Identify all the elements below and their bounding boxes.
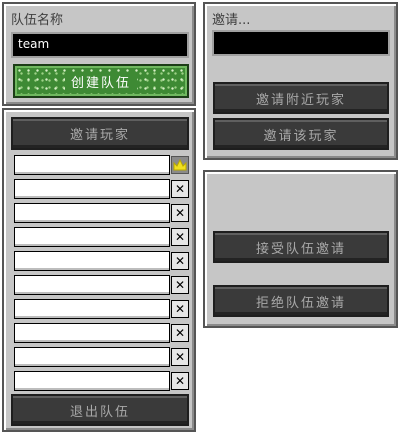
team-name-label: 队伍名称 <box>11 13 64 28</box>
create-team-button-label: 创建队伍 <box>64 71 137 91</box>
invite-label: 邀请... <box>212 13 251 28</box>
member-slot: ✕ <box>14 299 190 319</box>
member-name-field[interactable] <box>14 179 170 199</box>
member-slot: ✕ <box>14 347 190 367</box>
member-slot <box>14 155 190 175</box>
invite-panel: 邀请... 邀请附近玩家 邀请该玩家 <box>203 2 398 160</box>
invite-player-button[interactable]: 邀请玩家 <box>11 117 189 150</box>
member-name-field[interactable] <box>14 299 170 319</box>
team-members-panel: 邀请玩家 ✕ ✕ ✕ ✕ ✕ ✕ ✕ ✕ ✕ 退出队伍 <box>2 108 196 432</box>
close-icon[interactable]: ✕ <box>171 228 189 246</box>
invitation-response-panel: 接受队伍邀请 拒绝队伍邀请 <box>203 170 398 328</box>
member-slot: ✕ <box>14 179 190 199</box>
team-name-input[interactable]: team <box>11 32 189 58</box>
member-slot: ✕ <box>14 371 190 391</box>
leader-slot-icon <box>171 156 189 174</box>
member-name-field[interactable] <box>14 371 170 391</box>
decline-invitation-button[interactable]: 拒绝队伍邀请 <box>213 285 389 317</box>
member-name-field[interactable] <box>14 155 170 175</box>
crown-icon <box>173 158 187 171</box>
member-name-field[interactable] <box>14 227 170 247</box>
close-icon[interactable]: ✕ <box>171 300 189 318</box>
member-name-field[interactable] <box>14 203 170 223</box>
leave-team-button[interactable]: 退出队伍 <box>11 394 189 426</box>
member-slot: ✕ <box>14 203 190 223</box>
member-slot: ✕ <box>14 251 190 271</box>
close-icon[interactable]: ✕ <box>171 276 189 294</box>
member-slot: ✕ <box>14 227 190 247</box>
invite-this-player-button[interactable]: 邀请该玩家 <box>213 118 389 150</box>
invite-nearby-button[interactable]: 邀请附近玩家 <box>213 82 389 114</box>
close-icon[interactable]: ✕ <box>171 324 189 342</box>
member-name-field[interactable] <box>14 347 170 367</box>
member-name-field[interactable] <box>14 251 170 271</box>
create-team-button[interactable]: 创建队伍 <box>13 64 189 98</box>
invite-player-input[interactable] <box>212 30 390 56</box>
close-icon[interactable]: ✕ <box>171 180 189 198</box>
close-icon[interactable]: ✕ <box>171 372 189 390</box>
create-team-panel: 队伍名称 team 创建队伍 <box>2 2 196 106</box>
member-slot: ✕ <box>14 275 190 295</box>
close-icon[interactable]: ✕ <box>171 252 189 270</box>
close-icon[interactable]: ✕ <box>171 348 189 366</box>
accept-invitation-button[interactable]: 接受队伍邀请 <box>213 231 389 263</box>
close-icon[interactable]: ✕ <box>171 204 189 222</box>
member-name-field[interactable] <box>14 323 170 343</box>
member-name-field[interactable] <box>14 275 170 295</box>
member-slot: ✕ <box>14 323 190 343</box>
